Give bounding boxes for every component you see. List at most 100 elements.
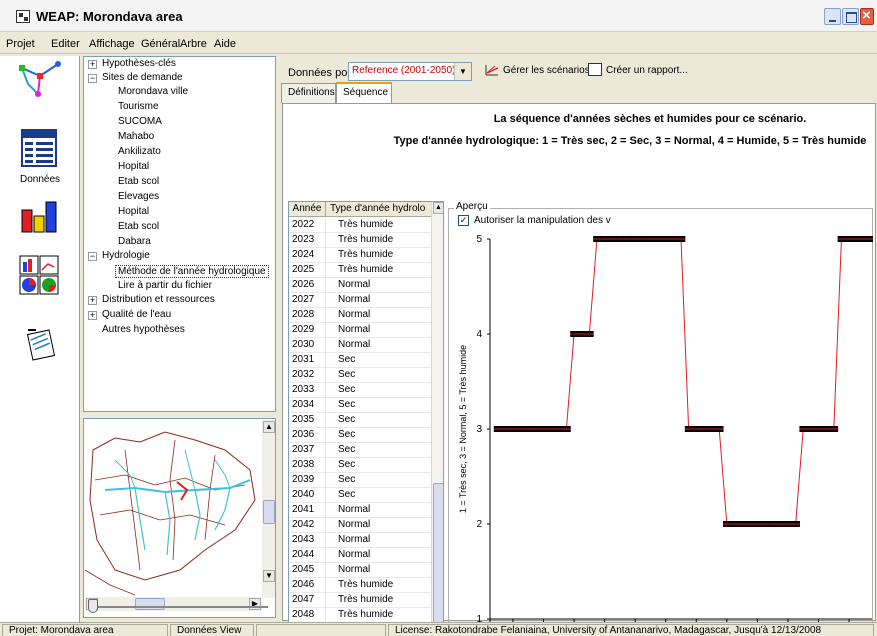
title-bar[interactable]: WEAP: Morondava area [0,0,877,32]
year-type-cell[interactable]: Sec [327,368,431,383]
table-row[interactable]: 2039 Sec [289,473,431,488]
year-type-cell[interactable]: Très humide [327,263,431,278]
menu-aide[interactable]: Aide [214,38,236,50]
scroll-down-icon[interactable]: ▼ [263,570,275,582]
menu-arbre[interactable]: Arbre [180,38,207,50]
table-row[interactable]: 2048 Très humide [289,608,431,623]
tree-item-morondava-ville[interactable]: Morondava ville [118,86,188,97]
tree-expander-hypotheses[interactable]: + [88,60,97,69]
year-type-cell[interactable]: Normal [327,563,431,578]
table-row[interactable]: 2037 Sec [289,443,431,458]
tree-item-ankilizato[interactable]: Ankilizato [118,146,161,157]
tab-definitions[interactable]: Définitions [281,83,336,103]
table-row[interactable]: 2030 Normal [289,338,431,353]
year-type-cell[interactable]: Sec [327,383,431,398]
year-type-cell[interactable]: Sec [327,428,431,443]
table-row[interactable]: 2045 Normal [289,563,431,578]
tree-item-etab-scol-1[interactable]: Etab scol [118,176,159,187]
year-type-cell[interactable]: Très humide [327,593,431,608]
tab-sequence[interactable]: Séquence [336,82,392,103]
tree-expander-demand-sites[interactable]: − [88,74,97,83]
table-row[interactable]: 2040 Sec [289,488,431,503]
table-row[interactable]: 2035 Sec [289,413,431,428]
tree-item-hypotheses[interactable]: Hypothèses-clés [102,58,176,69]
zoom-slider-thumb[interactable] [88,599,98,613]
year-type-cell[interactable]: Normal [327,323,431,338]
menu-affichage[interactable]: Affichage [89,38,135,50]
table-row[interactable]: 2022 Très humide [289,218,431,233]
tree-item-lire-fichier[interactable]: Lire à partir du fichier [118,280,212,291]
year-type-cell[interactable]: Normal [327,518,431,533]
scenario-explorer-icon[interactable] [10,254,70,298]
year-type-cell[interactable]: Normal [327,533,431,548]
tree-item-sucoma[interactable]: SUCOMA [118,116,162,127]
table-row[interactable]: 2023 Très humide [289,233,431,248]
year-type-cell[interactable]: Sec [327,458,431,473]
basin-map[interactable] [85,420,262,597]
tree-item-elevages[interactable]: Elevages [118,191,159,202]
menu-editer[interactable]: Editer [51,38,80,50]
column-header-year[interactable]: Année [289,202,326,217]
notes-view-icon[interactable] [10,326,70,366]
tree-item-hopital-1[interactable]: Hopital [118,161,149,172]
menu-projet[interactable]: Projet [6,38,35,50]
table-row[interactable]: 2034 Sec [289,398,431,413]
year-type-chart[interactable]: 1234520002003200720112015201920232027203… [448,201,873,636]
schematic-view-icon[interactable] [10,58,70,106]
year-type-cell[interactable]: Normal [327,338,431,353]
table-row[interactable]: 2033 Sec [289,383,431,398]
menu-general[interactable]: Général [141,38,180,50]
map-vertical-scroll-thumb[interactable] [263,500,275,524]
tree-item-etab-scol-2[interactable]: Etab scol [118,221,159,232]
weap-app-icon[interactable] [16,10,30,23]
year-type-cell[interactable]: Normal [327,308,431,323]
table-row[interactable]: 2031 Sec [289,353,431,368]
year-type-cell[interactable]: Normal [327,293,431,308]
tree-item-distribution[interactable]: Distribution et ressources [102,294,215,305]
tree-item-mahabo[interactable]: Mahabo [118,131,154,142]
table-row[interactable]: 2046 Très humide [289,578,431,593]
table-vertical-scroll-thumb[interactable] [433,483,443,633]
map-horizontal-scroll-thumb[interactable] [135,598,165,610]
scroll-up-icon[interactable]: ▲ [433,202,443,214]
table-row[interactable]: 2026 Normal [289,278,431,293]
zoom-slider-track[interactable] [88,606,268,608]
year-type-cell[interactable]: Sec [327,488,431,503]
tree-item-hydrologie[interactable]: Hydrologie [102,250,150,261]
table-row[interactable]: 2043 Normal [289,533,431,548]
table-row[interactable]: 2042 Normal [289,518,431,533]
year-type-cell[interactable]: Très humide [327,248,431,263]
table-row[interactable]: 2047 Très humide [289,593,431,608]
tree-item-hopital-2[interactable]: Hopital [118,206,149,217]
table-row[interactable]: 2027 Normal [289,293,431,308]
tree-item-methode-annee-hydrologique[interactable]: Méthode de l'année hydrologique [115,265,269,278]
results-view-icon[interactable] [10,196,70,238]
year-type-cell[interactable]: Sec [327,443,431,458]
column-header-type[interactable]: Type d'année hydrolo [327,202,431,217]
scroll-right-icon[interactable]: ▶ [249,598,261,610]
year-type-cell[interactable]: Très humide [327,218,431,233]
tree-item-dabara[interactable]: Dabara [118,236,151,247]
table-row[interactable]: 2025 Très humide [289,263,431,278]
year-type-cell[interactable]: Normal [327,278,431,293]
table-row[interactable]: 2036 Sec [289,428,431,443]
table-row[interactable]: 2024 Très humide [289,248,431,263]
year-type-cell[interactable]: Très humide [327,608,431,623]
table-vertical-scrollbar[interactable]: ▲ ▼ [431,202,443,636]
tree-expander-hydrologie[interactable]: − [88,252,97,261]
table-row[interactable]: 2044 Normal [289,548,431,563]
close-button[interactable] [860,7,874,25]
table-row[interactable]: 2041 Normal [289,503,431,518]
table-row[interactable]: 2032 Sec [289,368,431,383]
mini-map[interactable]: ▲ ▼ ◀ ▶ [83,418,276,618]
tree-item-demand-sites[interactable]: Sites de demande [102,72,183,83]
table-row[interactable]: 2038 Sec [289,458,431,473]
chevron-down-icon[interactable]: ▼ [454,63,471,80]
tree-item-autres-hypotheses[interactable]: Autres hypothèses [102,324,185,335]
year-type-cell[interactable]: Très humide [327,578,431,593]
map-horizontal-scrollbar[interactable]: ◀ ▶ [85,597,262,611]
maximize-button[interactable] [842,8,859,25]
year-type-cell[interactable]: Normal [327,503,431,518]
year-type-cell[interactable]: Sec [327,398,431,413]
tree-expander-distribution[interactable]: + [88,296,97,305]
